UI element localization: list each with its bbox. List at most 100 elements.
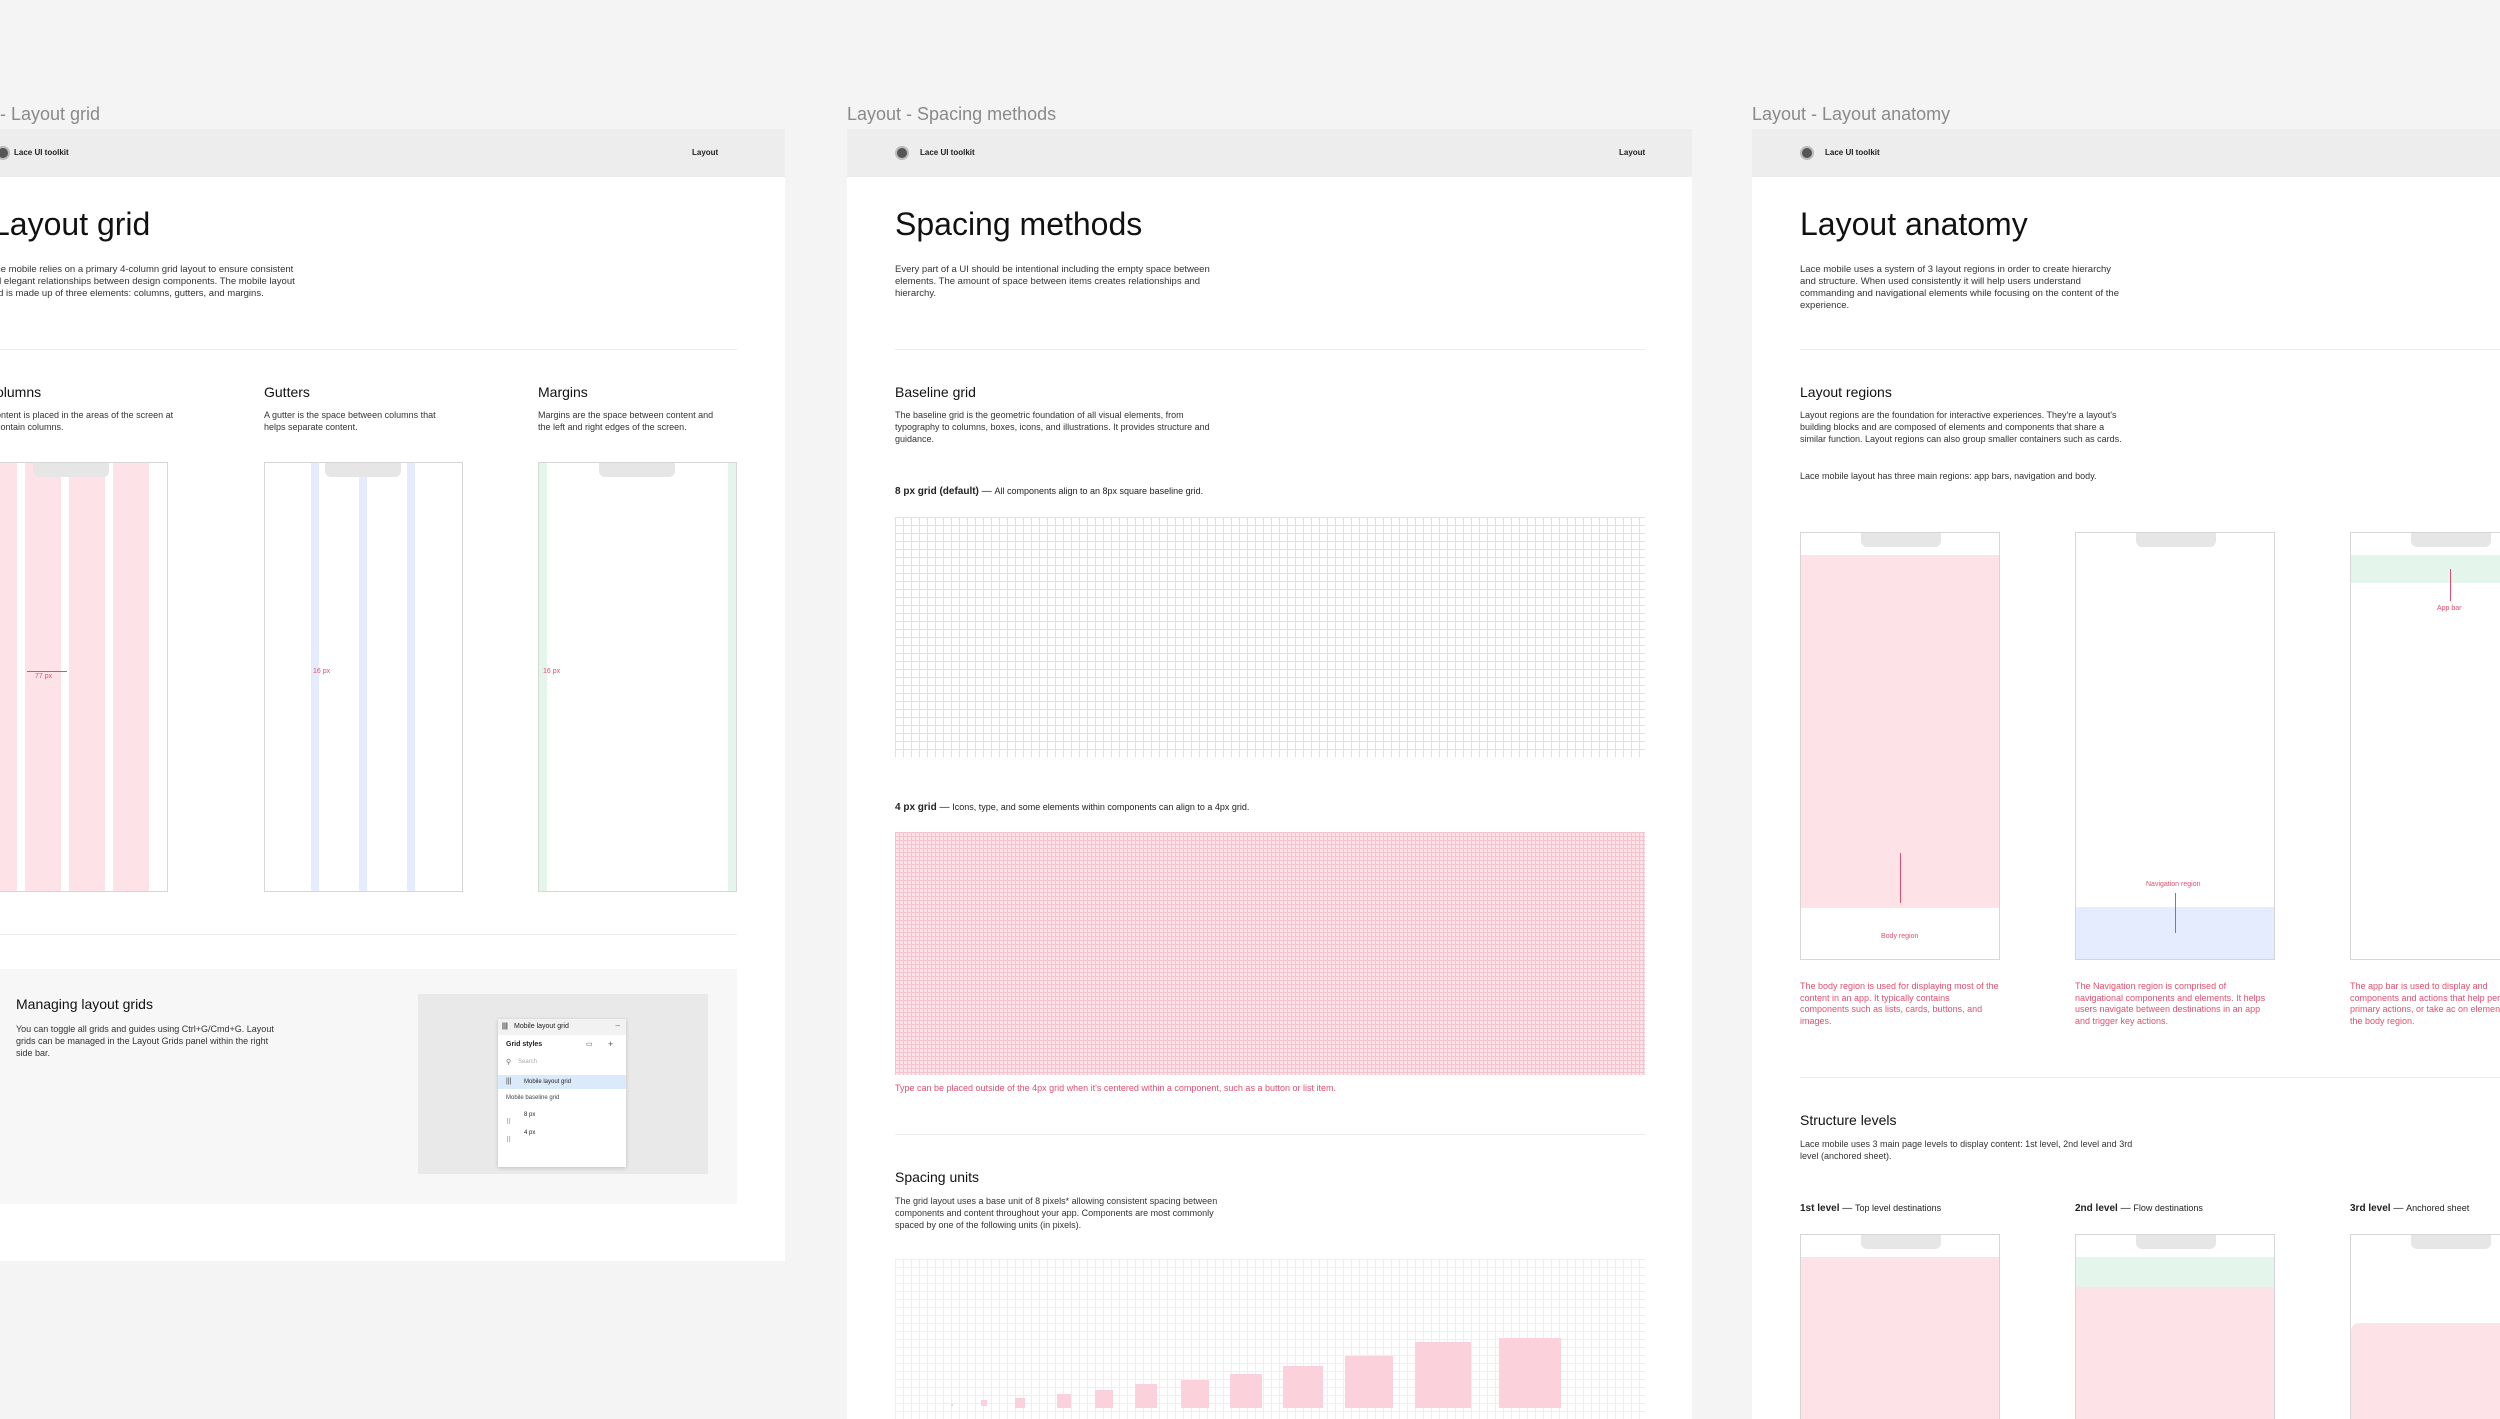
panel-header-label: Mobile layout grid [514,1023,569,1030]
level-description: Flow destinations [2133,1203,2203,1213]
level-appbar-highlight [2076,1257,2274,1287]
layout-regions-text: Layout regions are the foundation for in… [1800,410,2122,444]
logo-icon [0,146,10,160]
page-title: Layout grid [0,206,151,242]
panel-item[interactable]: ⠿ 8 px [506,1111,535,1126]
app-bar-highlight [2351,555,2500,583]
managing-heading: Managing layout grids [16,996,153,1012]
margins-heading: Margins [538,384,588,400]
layout-anatomy-frame: Lace UI toolkit Layout anatomy Lace mobi… [1752,129,2500,1419]
group-label: Mobile baseline grid [506,1095,560,1101]
grid4-caption: 4 px grid — Icons, type, and some elemen… [895,802,1249,813]
margin [539,463,547,891]
frame-header: Lace UI toolkit [1752,129,2500,177]
panel-item[interactable]: ⠿ 4 px [506,1129,535,1144]
columns-phone-mockup: 77 px [0,462,168,892]
body-region-phone: Body region [1800,532,2000,960]
panel-item-selected[interactable]: ||| Mobile layout grid [498,1075,626,1089]
grid-column [113,463,149,891]
phone-notch [2411,533,2491,547]
add-icon[interactable]: + [608,1039,613,1049]
level-separator: — [2120,1203,2131,1214]
panel-item-label: 8 px [524,1112,536,1118]
margins-text: Margins are the space between content an… [538,410,714,432]
frame-title-spacing-methods[interactable]: Layout - Spacing methods [847,104,1056,125]
level-separator: — [1842,1203,1853,1214]
divider [895,349,1645,350]
app-bar-note: The app bar is used to display and compo… [2350,981,2500,1026]
nav-link-layout[interactable]: Layout [1619,148,1645,157]
grid-icon: ||| [502,1023,508,1030]
spacing-unit-square [1499,1338,1561,1408]
spacing-unit-square [981,1400,987,1406]
level-separator: — [2393,1203,2404,1214]
navigation-region-label: Navigation region [2146,881,2201,888]
spacing-units-heading: Spacing units [895,1169,980,1185]
structure-levels-heading: Structure levels [1800,1112,1897,1128]
layout-grid-frame: Lace UI toolkit Layout Layout grid ce mo… [0,129,785,1261]
grid-icon: ||| [506,1078,512,1085]
grid8-label: 8 px grid (default) [895,486,979,497]
frame-title-layout-anatomy[interactable]: Layout - Layout anatomy [1752,104,1950,125]
level-caption: 3rd level — Anchored sheet [2350,1203,2469,1214]
pointer-line [2175,893,2176,933]
intro-text: ce mobile relies on a primary 4-column g… [0,264,295,299]
level-name: 2nd level [2075,1203,2118,1214]
grid8-description: All components align to an 8px square ba… [994,486,1204,496]
phone-notch [1861,533,1941,547]
spacing-unit-square [1283,1366,1323,1408]
measure-line [27,671,67,672]
panel-item-label: 4 px [524,1130,536,1136]
managing-text: You can toggle all grids and guides usin… [16,1024,274,1058]
page-title: Spacing methods [895,206,1143,242]
columns-heading: olumns [0,384,42,400]
gutter [359,463,367,891]
panel-search[interactable]: ⚲ Search [504,1057,620,1069]
brand-name: Lace UI toolkit [14,148,69,157]
structure-levels-text: Lace mobile uses 3 main page levels to d… [1800,1139,2133,1161]
gutter [407,463,415,891]
spacing-units-grid [895,1259,1645,1419]
grid-column [0,463,17,891]
logo-icon [895,146,909,160]
body-region-note: The body region is used for displaying m… [1800,981,1999,1026]
grid8-caption: 8 px grid (default) — All components ali… [895,486,1203,497]
grid4-separator: — [939,802,950,813]
margin-width-label: 16 px [543,668,561,675]
minus-icon[interactable]: – [616,1021,620,1030]
gutters-heading: Gutters [264,384,310,400]
nav-link-layout[interactable]: Layout [692,148,718,157]
phone-notch [599,463,675,477]
divider [1800,1077,2500,1078]
level-2-phone [2075,1234,2275,1419]
search-placeholder: Search [518,1059,538,1065]
app-bar-label: App bar [2437,605,2462,612]
level-3-phone [2350,1234,2500,1419]
grid-styles-label: Grid styles [506,1041,543,1048]
level-caption: 1st level — Top level destinations [1800,1203,1941,1214]
panel-header: ||| Mobile layout grid – [498,1019,626,1035]
level-1-phone [1800,1234,2000,1419]
frame-title-layout-grid[interactable]: - Layout grid [0,104,100,125]
grid-4px-sample [895,832,1645,1075]
grid-8px-sample [895,517,1645,757]
grid8-separator: — [981,486,992,497]
grid-column [69,463,105,891]
level-name: 3rd level [2350,1203,2391,1214]
intro-text: Lace mobile uses a system of 3 layout re… [1800,264,2119,311]
app-bar-phone: App bar [2350,532,2500,960]
spacing-unit-square [1345,1356,1393,1408]
column-width-label: 77 px [35,673,53,680]
library-icon[interactable]: ▭ [586,1040,593,1048]
layout-grids-panel: ||| Mobile layout grid – Grid styles ▭ +… [498,1019,626,1167]
level-caption: 2nd level — Flow destinations [2075,1203,2203,1214]
dot-grid-icon: ⠿ [506,1137,512,1144]
panel-preview: ||| Mobile layout grid – Grid styles ▭ +… [418,994,708,1174]
grid4-description: Icons, type, and some elements within co… [952,802,1250,812]
frame-header: Lace UI toolkit Layout [0,129,785,177]
body-region-label: Body region [1881,933,1919,940]
phone-notch [2136,533,2216,547]
spacing-unit-square [951,1404,953,1406]
spacing-unit-square [1057,1394,1071,1408]
grid4-note: Type can be placed outside of the 4px gr… [895,1083,1336,1093]
